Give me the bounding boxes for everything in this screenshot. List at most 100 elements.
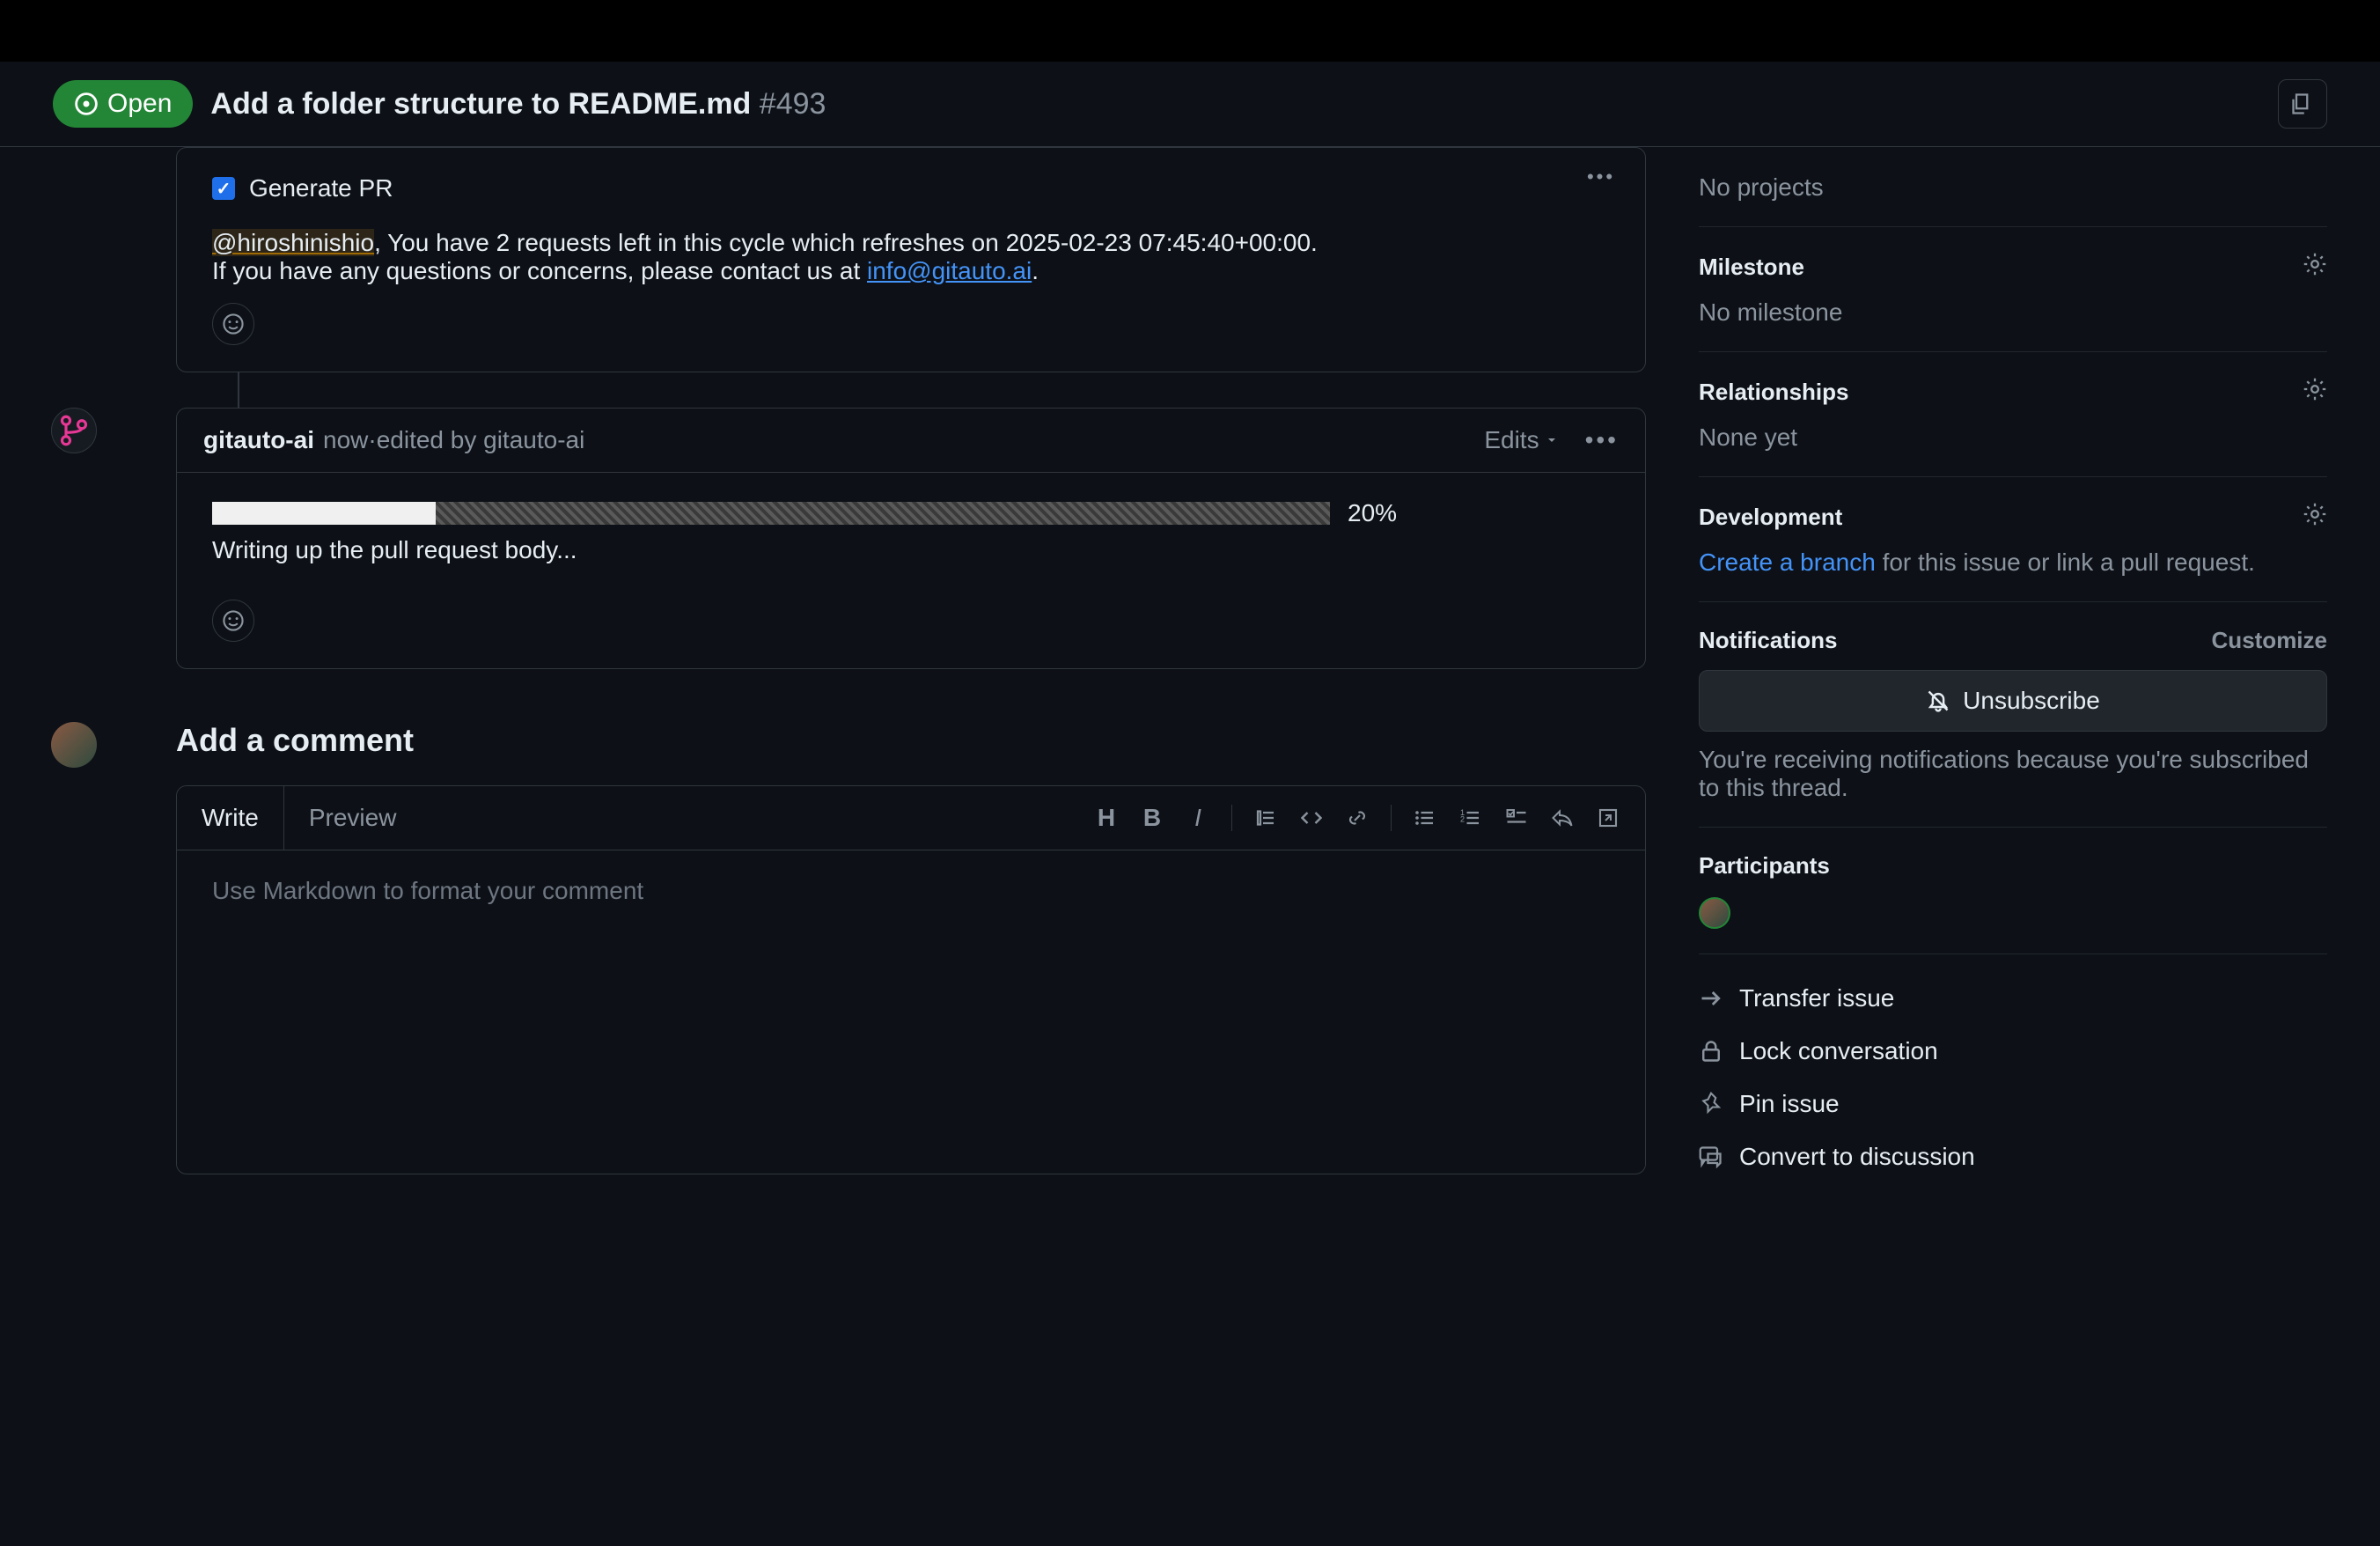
comment-editor: Write Preview H B I 12: [176, 785, 1646, 1174]
discussion-icon: [1699, 1145, 1723, 1169]
comment-menu-button[interactable]: •••: [1585, 426, 1619, 454]
code-button[interactable]: [1292, 799, 1331, 837]
comment-author[interactable]: gitauto-ai: [203, 426, 314, 454]
comment-menu-button[interactable]: •••: [1583, 166, 1619, 188]
task-list-button[interactable]: [1497, 799, 1536, 837]
comment-card: gitauto-ai now · edited by gitauto-ai Ed…: [176, 408, 1646, 669]
development-title: Development: [1699, 504, 1842, 531]
toolbar-separator: [1391, 805, 1392, 831]
edits-dropdown[interactable]: Edits: [1484, 426, 1558, 454]
chevron-down-icon: [1545, 433, 1559, 447]
add-comment-heading: Add a comment: [176, 722, 1646, 759]
copy-link-button[interactable]: [2278, 79, 2327, 129]
editor-toolbar: H B I 12: [1087, 799, 1645, 837]
development-rest: for this issue or link a pull request.: [1876, 548, 2255, 576]
comment-card: ••• Generate PR @hiroshinishio, You have…: [176, 147, 1646, 372]
issue-number: #493: [760, 87, 826, 121]
timeline-connector: [238, 372, 239, 408]
code-icon: [1301, 807, 1322, 828]
checkbox-label: Generate PR: [249, 174, 393, 202]
status-text: Open: [107, 89, 172, 119]
customize-link[interactable]: Customize: [2212, 627, 2327, 654]
generate-pr-checkbox[interactable]: [212, 177, 235, 200]
bold-button[interactable]: B: [1133, 799, 1172, 837]
relationships-settings-button[interactable]: [2303, 377, 2327, 408]
progress-status-text: Writing up the pull request body...: [177, 536, 1645, 582]
italic-button[interactable]: I: [1179, 799, 1217, 837]
heading-button[interactable]: H: [1087, 799, 1126, 837]
reply-button[interactable]: [1543, 799, 1582, 837]
notifications-description: You're receiving notifications because y…: [1699, 746, 2327, 802]
participant-avatar[interactable]: [1699, 897, 1730, 929]
tab-write[interactable]: Write: [177, 786, 284, 850]
lock-icon: [1699, 1039, 1723, 1064]
quote-button[interactable]: [1246, 799, 1285, 837]
milestone-settings-button[interactable]: [2303, 252, 2327, 283]
convert-discussion-button[interactable]: Convert to discussion: [1699, 1130, 2327, 1183]
numbered-list-button[interactable]: 12: [1451, 799, 1490, 837]
reply-icon: [1552, 807, 1573, 828]
transfer-issue-button[interactable]: Transfer issue: [1699, 972, 2327, 1025]
progress-fill: [212, 502, 436, 525]
issue-title: Add a folder structure to README.md #493: [210, 87, 826, 121]
expand-icon: [1598, 807, 1619, 828]
svg-text:2: 2: [1460, 815, 1465, 824]
issue-header: Open Add a folder structure to README.md…: [0, 62, 2380, 147]
milestone-title: Milestone: [1699, 254, 1804, 281]
window-chrome: [0, 0, 2380, 62]
git-branch-icon: [58, 415, 90, 446]
quote-icon: [1255, 807, 1276, 828]
unsubscribe-label: Unsubscribe: [1963, 687, 2100, 715]
bullet-list-button[interactable]: [1406, 799, 1444, 837]
gear-icon: [2303, 377, 2327, 401]
convert-discussion-label: Convert to discussion: [1739, 1143, 1975, 1171]
gear-icon: [2303, 502, 2327, 526]
relationships-value: None yet: [1699, 423, 2327, 452]
comment-text-3: .: [1032, 257, 1039, 284]
edits-label: Edits: [1484, 426, 1539, 454]
create-branch-link[interactable]: Create a branch: [1699, 548, 1876, 576]
comment-text-2: If you have any questions or concerns, p…: [212, 257, 867, 284]
toolbar-separator: [1231, 805, 1232, 831]
pin-icon: [1699, 1092, 1723, 1116]
projects-value: No projects: [1699, 173, 2327, 202]
pin-issue-label: Pin issue: [1739, 1090, 1840, 1118]
relationships-title: Relationships: [1699, 379, 1848, 406]
issue-title-text: Add a folder structure to README.md: [210, 87, 751, 121]
issue-open-icon: [74, 92, 99, 116]
tab-preview[interactable]: Preview: [284, 786, 422, 850]
progress-bar: [212, 502, 1330, 525]
arrow-right-icon: [1699, 986, 1723, 1011]
comment-time: now: [323, 426, 368, 454]
smiley-icon: [222, 609, 245, 632]
comment-textarea[interactable]: [177, 850, 1645, 1167]
status-badge: Open: [53, 80, 193, 128]
tasklist-icon: [1506, 807, 1527, 828]
bell-slash-icon: [1926, 688, 1950, 713]
participants-title: Participants: [1699, 852, 1830, 880]
separator: ·: [368, 426, 376, 454]
user-mention[interactable]: @hiroshinishio: [212, 229, 374, 256]
issue-sidebar: No projects Milestone No milestone Relat…: [1699, 147, 2327, 1183]
link-icon: [1347, 807, 1368, 828]
development-text: Create a branch for this issue or link a…: [1699, 548, 2327, 577]
gear-icon: [2303, 252, 2327, 276]
smiley-icon: [222, 313, 245, 335]
lock-conversation-label: Lock conversation: [1739, 1037, 1938, 1065]
lock-conversation-button[interactable]: Lock conversation: [1699, 1025, 2327, 1078]
edited-by: edited by gitauto-ai: [377, 426, 585, 454]
link-button[interactable]: [1338, 799, 1377, 837]
notifications-title: Notifications: [1699, 627, 1837, 654]
comment-text-1: , You have 2 requests left in this cycle…: [374, 229, 1318, 256]
transfer-issue-label: Transfer issue: [1739, 984, 1894, 1012]
bot-avatar[interactable]: [51, 408, 97, 453]
pin-issue-button[interactable]: Pin issue: [1699, 1078, 2327, 1130]
bullet-list-icon: [1414, 807, 1436, 828]
add-reaction-button[interactable]: [212, 600, 254, 642]
unsubscribe-button[interactable]: Unsubscribe: [1699, 670, 2327, 732]
add-reaction-button[interactable]: [212, 303, 254, 345]
current-user-avatar[interactable]: [51, 722, 97, 768]
fullscreen-button[interactable]: [1589, 799, 1627, 837]
contact-email-link[interactable]: info@gitauto.ai: [867, 257, 1032, 284]
development-settings-button[interactable]: [2303, 502, 2327, 533]
